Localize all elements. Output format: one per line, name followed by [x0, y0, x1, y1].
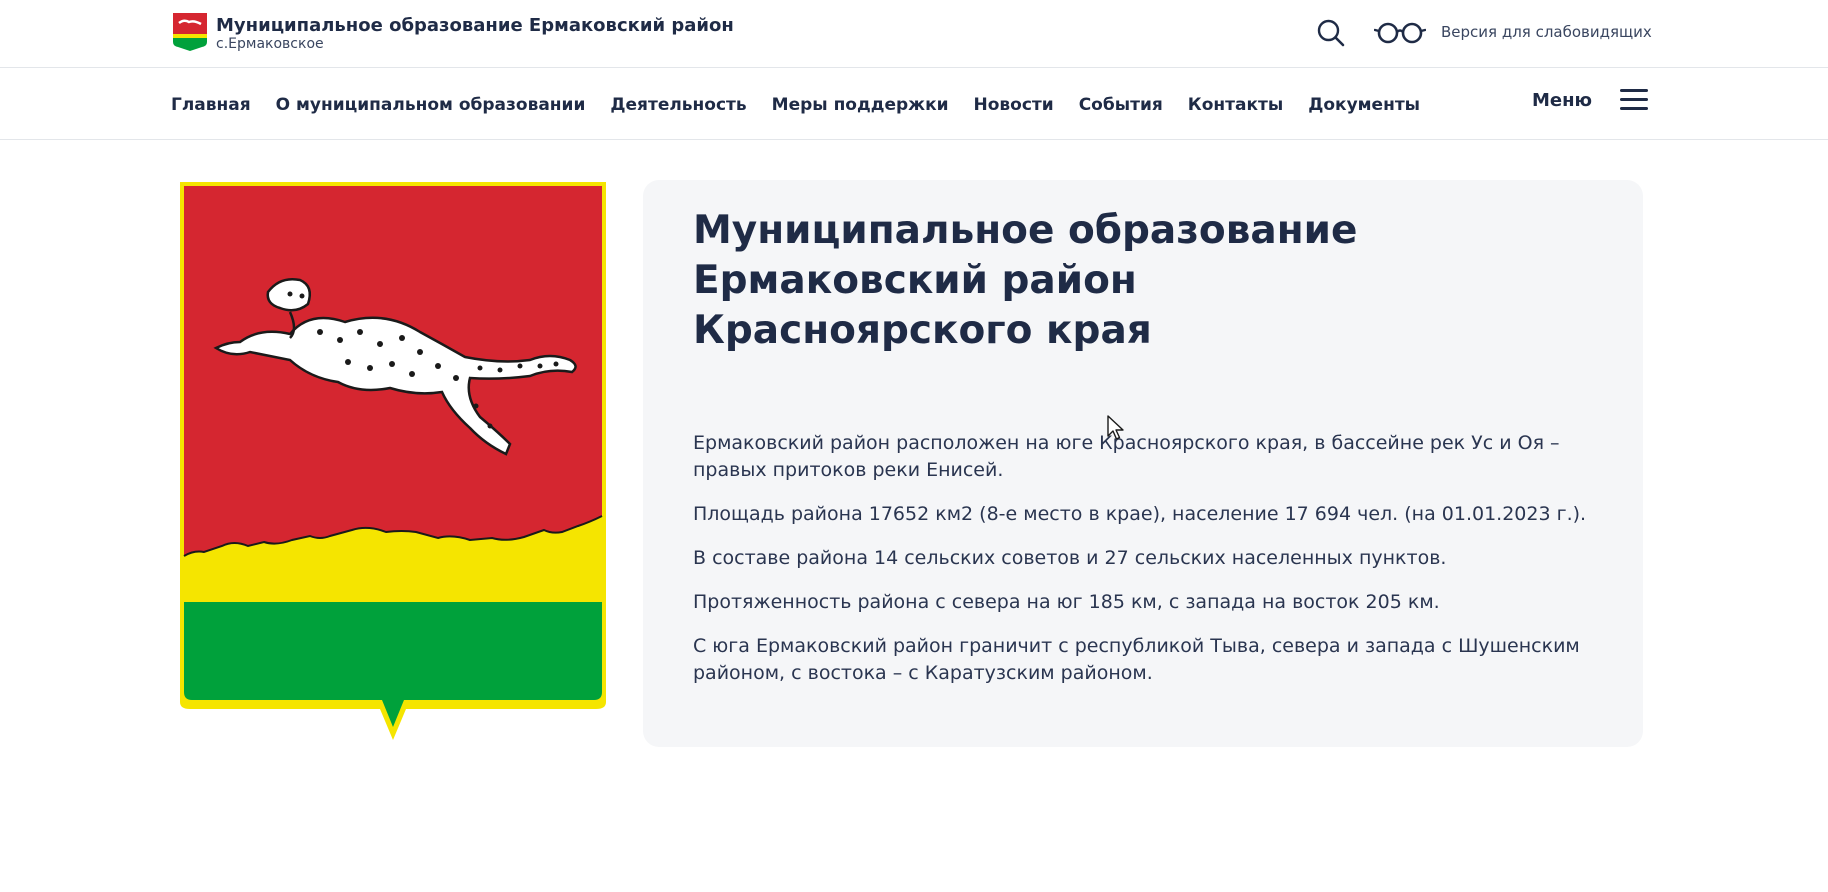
accessibility-version-link[interactable]: Версия для слабовидящих	[1441, 23, 1652, 41]
site-title[interactable]: Муниципальное образование Ермаковский ра…	[216, 15, 734, 36]
nav-list: Главная О муниципальном образовании Деят…	[171, 95, 1420, 115]
nav-item-contacts[interactable]: Контакты	[1188, 95, 1283, 115]
info-text: Ермаковский район расположен на юге Крас…	[693, 430, 1613, 704]
nav-item-about[interactable]: О муниципальном образовании	[276, 95, 586, 115]
mouse-cursor-icon	[1107, 415, 1125, 441]
hamburger-icon[interactable]	[1620, 89, 1648, 111]
coat-of-arms-icon[interactable]	[172, 12, 208, 52]
nav-item-events[interactable]: События	[1079, 95, 1163, 115]
info-paragraph: С юга Ермаковский район граничит с респу…	[693, 635, 1580, 684]
info-paragraph: Ермаковский район расположен на юге Крас…	[693, 432, 1560, 481]
info-paragraph: В составе района 14 сельских советов и 2…	[693, 547, 1447, 569]
title-line: Ермаковский район	[693, 258, 1137, 303]
nav-item-home[interactable]: Главная	[171, 95, 251, 115]
search-icon[interactable]	[1316, 18, 1346, 48]
site-subtitle: с.Ермаковское	[216, 36, 324, 52]
title-line: Красноярского края	[693, 308, 1152, 353]
main-navigation: Главная О муниципальном образовании Деят…	[0, 68, 1828, 140]
nav-item-news[interactable]: Новости	[974, 95, 1054, 115]
coat-of-arms-image	[180, 182, 606, 748]
title-line: Муниципальное образование	[693, 208, 1358, 253]
info-paragraph: Площадь района 17652 км2 (8-е место в кр…	[693, 503, 1587, 525]
nav-item-support[interactable]: Меры поддержки	[772, 95, 949, 115]
top-bar: Муниципальное образование Ермаковский ра…	[0, 0, 1828, 68]
menu-button[interactable]: Меню	[1532, 90, 1592, 111]
nav-item-activity[interactable]: Деятельность	[610, 95, 746, 115]
info-card: Муниципальное образование Ермаковский ра…	[643, 180, 1643, 747]
glasses-icon[interactable]	[1373, 20, 1427, 46]
info-paragraph: Протяженность района с севера на юг 185 …	[693, 591, 1440, 613]
page-title: Муниципальное образование Ермаковский ра…	[693, 206, 1593, 356]
nav-item-documents[interactable]: Документы	[1308, 95, 1420, 115]
